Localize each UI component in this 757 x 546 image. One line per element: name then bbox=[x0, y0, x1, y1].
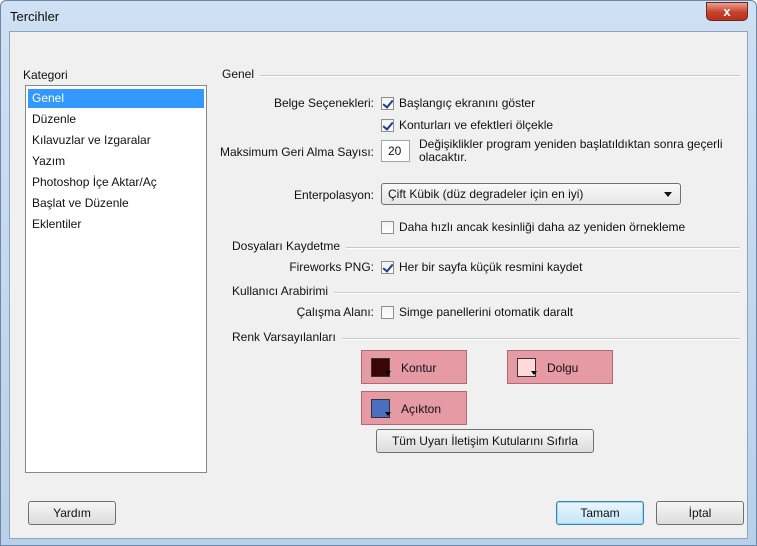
save-files-section-header: Dosyaları Kaydetme bbox=[232, 239, 740, 253]
interpolation-label: Enterpolasyon: bbox=[293, 188, 374, 202]
window-title: Tercihler bbox=[10, 9, 60, 24]
show-start-screen-label: Başlangıç ekranını göster bbox=[399, 96, 536, 110]
dropdown-triangle-icon bbox=[531, 371, 537, 375]
category-item-type[interactable]: Yazım bbox=[28, 152, 204, 171]
dropdown-triangle-icon bbox=[385, 412, 391, 416]
chevron-down-icon bbox=[664, 192, 672, 197]
auto-collapse-label: Simge panellerini otomatik daralt bbox=[399, 305, 574, 319]
faster-resample-checkbox[interactable] bbox=[381, 221, 394, 234]
ui-section-title: Kullanıcı Arabirimi bbox=[232, 284, 335, 298]
preferences-window: Tercihler x Kategori Genel Düzenle Kılav… bbox=[0, 0, 757, 546]
reset-alerts-button[interactable]: Tüm Uyarı İletişim Kutularını Sıfırla bbox=[376, 429, 594, 453]
save-files-section-title: Dosyaları Kaydetme bbox=[232, 239, 347, 253]
fireworks-png-label: Fireworks PNG: bbox=[289, 260, 374, 274]
ok-button[interactable]: Tamam bbox=[556, 501, 644, 525]
highlight-color-button[interactable]: Açıkton bbox=[361, 391, 467, 425]
scale-strokes-label: Konturları ve efektleri ölçekle bbox=[399, 118, 554, 132]
category-item-general[interactable]: Genel bbox=[28, 89, 204, 108]
colors-section-header: Renk Varsayılanları bbox=[232, 330, 740, 344]
doc-options-label: Belge Seçenekleri: bbox=[273, 96, 374, 110]
category-list[interactable]: Genel Düzenle Kılavuzlar ve Izgaralar Ya… bbox=[25, 85, 207, 473]
faster-resample-label: Daha hızlı ancak kesinliği daha az yenid… bbox=[399, 220, 686, 234]
ui-section-header: Kullanıcı Arabirimi bbox=[232, 284, 740, 298]
workspace-label: Çalışma Alanı: bbox=[296, 305, 374, 319]
title-bar: Tercihler x bbox=[1, 1, 756, 31]
stroke-color-button[interactable]: Kontur bbox=[361, 350, 467, 384]
general-section-title: Genel bbox=[222, 67, 261, 81]
interpolation-value: Çift Kübik (düz degradeler için en iyi) bbox=[388, 187, 584, 201]
cancel-button[interactable]: İptal bbox=[656, 501, 744, 525]
highlight-color-label: Açıkton bbox=[401, 402, 442, 416]
colors-section-title: Renk Varsayılanları bbox=[232, 330, 342, 344]
category-label: Kategori bbox=[23, 68, 68, 82]
category-item-plugins[interactable]: Eklentiler bbox=[28, 215, 204, 234]
scale-strokes-checkbox[interactable] bbox=[381, 119, 394, 132]
category-item-guides-grids[interactable]: Kılavuzlar ve Izgaralar bbox=[28, 131, 204, 150]
stroke-color-label: Kontur bbox=[401, 361, 437, 375]
dropdown-triangle-icon bbox=[385, 371, 391, 375]
close-button[interactable]: x bbox=[706, 2, 748, 21]
max-undo-label: Maksimum Geri Alma Sayısı: bbox=[219, 145, 374, 159]
save-thumbnails-checkbox[interactable] bbox=[381, 261, 394, 274]
dialog-body: Kategori Genel Düzenle Kılavuzlar ve Izg… bbox=[9, 31, 748, 539]
fill-color-button[interactable]: Dolgu bbox=[507, 350, 613, 384]
auto-collapse-checkbox[interactable] bbox=[381, 306, 394, 319]
restart-note: Değişiklikler program yeniden başlatıldı… bbox=[419, 137, 723, 164]
close-icon: x bbox=[723, 4, 731, 19]
save-thumbnails-label: Her bir sayfa küçük resmini kaydet bbox=[399, 260, 583, 274]
category-item-photoshop-import[interactable]: Photoshop İçe Aktar/Aç bbox=[28, 173, 204, 192]
general-section-header: Genel bbox=[222, 67, 740, 81]
help-button[interactable]: Yardım bbox=[28, 501, 116, 525]
category-item-launch-edit[interactable]: Başlat ve Düzenle bbox=[28, 194, 204, 213]
show-start-screen-checkbox[interactable] bbox=[381, 97, 394, 110]
interpolation-select[interactable]: Çift Kübik (düz degradeler için en iyi) bbox=[381, 183, 681, 205]
max-undo-input[interactable]: 20 bbox=[381, 140, 410, 162]
fill-color-label: Dolgu bbox=[547, 361, 579, 375]
category-item-edit[interactable]: Düzenle bbox=[28, 110, 204, 129]
